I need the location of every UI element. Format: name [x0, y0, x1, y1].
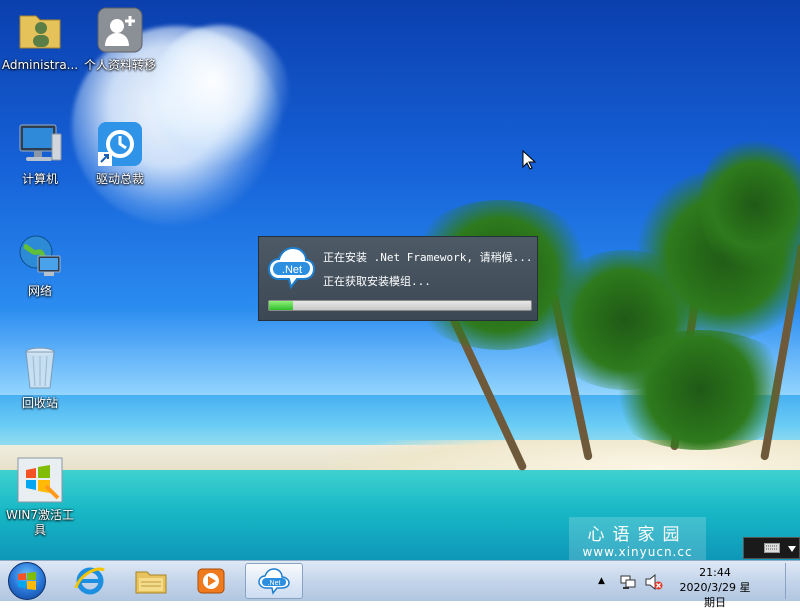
- user-folder-icon: [16, 6, 64, 54]
- taskbar-file-explorer[interactable]: [122, 563, 180, 599]
- watermark-title: 心语家园: [587, 525, 688, 545]
- desktop-icon-win7-activator[interactable]: WIN7激活工具: [0, 456, 80, 538]
- dotnet-cloud-icon: .Net: [258, 568, 290, 595]
- taskbar-media-player[interactable]: [182, 563, 240, 599]
- taskbar-dotnet-installer[interactable]: .Net: [245, 563, 303, 599]
- palm-fronds: [600, 330, 800, 450]
- computer-icon: [16, 120, 64, 168]
- show-desktop-button[interactable]: [785, 563, 800, 599]
- install-progress-bar: [268, 300, 532, 311]
- taskbar-internet-explorer[interactable]: [62, 563, 120, 599]
- desktop-icon-network[interactable]: 网络: [0, 232, 80, 299]
- internet-explorer-icon: [74, 567, 105, 595]
- desktop[interactable]: Administra... 个人资料转移 计算机 驱动总裁 网络 回收站 WIN…: [0, 0, 800, 560]
- desktop-icon-label: 回收站: [21, 396, 58, 410]
- watermark: 心语家园 www.xinyucn.cc: [569, 517, 706, 560]
- mouse-cursor-icon: [522, 150, 536, 170]
- install-substatus-line: 正在获取安装模组...: [323, 275, 431, 288]
- install-status-line: 正在安装 .Net Framework, 请稍候...: [323, 251, 533, 264]
- start-button[interactable]: [8, 562, 46, 600]
- profile-transfer-icon: [96, 6, 144, 54]
- dotnet-icon-text: .Net: [268, 580, 281, 587]
- desktop-icon-label: Administra...: [1, 58, 79, 72]
- ime-toolbar[interactable]: [743, 537, 800, 559]
- driver-manager-icon: [96, 120, 144, 168]
- taskbar-clock[interactable]: 21:44 2020/3/29 星期日: [675, 565, 755, 610]
- clock-time: 21:44: [699, 566, 731, 579]
- desktop-icon-administrator[interactable]: Administra...: [0, 6, 80, 73]
- keyboard-icon[interactable]: [764, 543, 780, 553]
- dotnet-install-dialog: .Net 正在安装 .Net Framework, 请稍候... 正在获取安装模…: [258, 236, 538, 321]
- desktop-icon-driver-manager[interactable]: 驱动总裁: [80, 120, 160, 187]
- desktop-icon-profile-transfer[interactable]: 个人资料转移: [80, 6, 160, 73]
- desktop-icon-computer[interactable]: 计算机: [0, 120, 80, 187]
- desktop-icon-label: 个人资料转移: [83, 58, 156, 72]
- network-globe-icon: [16, 232, 64, 280]
- network-status-icon[interactable]: [620, 574, 636, 590]
- wallpaper-cloud: [150, 25, 290, 165]
- chevron-down-icon[interactable]: [788, 546, 796, 552]
- desktop-icon-label: 网络: [27, 284, 52, 298]
- windows-logo-icon: [18, 572, 36, 590]
- dotnet-icon-text: .Net: [282, 264, 302, 276]
- watermark-url: www.xinyucn.cc: [582, 545, 693, 559]
- dotnet-cloud-icon: .Net: [267, 246, 315, 290]
- windows-logo-icon: [16, 456, 64, 504]
- clock-date: 2020/3/29 星期日: [679, 581, 751, 609]
- desktop-icon-recycle-bin[interactable]: 回收站: [0, 344, 80, 411]
- desktop-icon-label: 计算机: [21, 172, 58, 186]
- media-player-icon: [197, 568, 225, 594]
- palm-fronds: [700, 130, 800, 280]
- folder-icon: [135, 571, 167, 594]
- volume-muted-icon[interactable]: [645, 574, 663, 590]
- show-hidden-icons-button[interactable]: ▲: [598, 576, 605, 586]
- install-progress-fill: [269, 301, 293, 310]
- recycle-bin-icon: [16, 344, 64, 392]
- desktop-icon-label: WIN7激活工具: [5, 508, 75, 537]
- desktop-icon-label: 驱动总裁: [95, 172, 144, 186]
